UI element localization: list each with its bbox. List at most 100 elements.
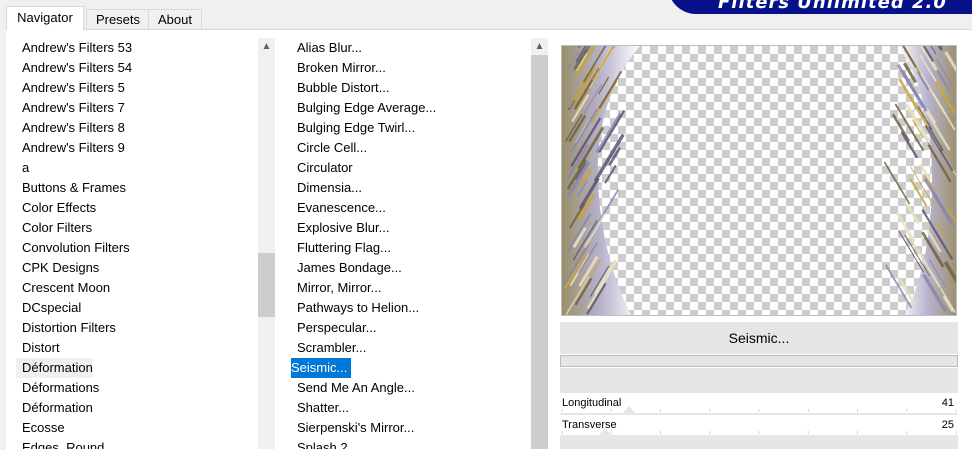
- filter-item-label[interactable]: Explosive Blur...: [291, 218, 390, 238]
- category-item-label[interactable]: CPK Designs: [16, 258, 99, 278]
- filter-item[interactable]: Send Me An Angle...: [291, 378, 527, 398]
- category-item[interactable]: Andrew's Filters 54: [16, 58, 254, 78]
- category-item[interactable]: Convolution Filters: [16, 238, 254, 258]
- category-item-label[interactable]: Distort: [16, 338, 60, 358]
- filter-item-label[interactable]: James Bondage...: [291, 258, 402, 278]
- category-item-label[interactable]: Convolution Filters: [16, 238, 130, 258]
- tab-about[interactable]: About: [148, 9, 202, 29]
- category-item-label[interactable]: Color Filters: [16, 218, 92, 238]
- category-item[interactable]: Crescent Moon: [16, 278, 254, 298]
- category-item-label[interactable]: Andrew's Filters 8: [16, 118, 125, 138]
- category-item[interactable]: Distort: [16, 338, 254, 358]
- category-item-label[interactable]: Andrew's Filters 53: [16, 38, 132, 58]
- category-scroll-thumb[interactable]: [258, 253, 275, 317]
- category-item-label[interactable]: Andrew's Filters 5: [16, 78, 125, 98]
- category-item-label[interactable]: Andrew's Filters 9: [16, 138, 125, 158]
- scroll-up-icon[interactable]: ▲: [258, 38, 275, 55]
- category-item-label[interactable]: DCspecial: [16, 298, 81, 318]
- category-item[interactable]: Déformation: [16, 358, 254, 378]
- filter-item-label[interactable]: Send Me An Angle...: [291, 378, 415, 398]
- category-item[interactable]: Déformations: [16, 378, 254, 398]
- filter-item-label[interactable]: Mirror, Mirror...: [291, 278, 382, 298]
- slider-thumb[interactable]: [623, 406, 635, 413]
- filter-item-label[interactable]: Shatter...: [291, 398, 349, 418]
- category-item[interactable]: Color Filters: [16, 218, 254, 238]
- filter-item-label[interactable]: Circle Cell...: [291, 138, 367, 158]
- category-scrollbar[interactable]: ▲: [258, 38, 275, 449]
- filter-item[interactable]: Shatter...: [291, 398, 527, 418]
- filter-item[interactable]: Circle Cell...: [291, 138, 527, 158]
- preview-texture: [562, 46, 956, 315]
- category-list[interactable]: Andrew's Filters 53 Andrew's Filters 54 An…: [16, 38, 254, 449]
- filter-item-label[interactable]: Evanescence...: [291, 198, 386, 218]
- category-item[interactable]: Andrew's Filters 7: [16, 98, 254, 118]
- category-item-label[interactable]: Buttons & Frames: [16, 178, 126, 198]
- filter-item[interactable]: Bulging Edge Average...: [291, 98, 527, 118]
- filter-item-label[interactable]: Fluttering Flag...: [291, 238, 391, 258]
- category-item[interactable]: Andrew's Filters 5: [16, 78, 254, 98]
- filter-item[interactable]: James Bondage...: [291, 258, 527, 278]
- filter-item[interactable]: Fluttering Flag...: [291, 238, 527, 258]
- category-item[interactable]: Color Effects: [16, 198, 254, 218]
- filter-item[interactable]: Perspecular...: [291, 318, 527, 338]
- param-transverse[interactable]: Transverse 25: [560, 415, 958, 435]
- category-item[interactable]: DCspecial: [16, 298, 254, 318]
- filter-item[interactable]: Circulator: [291, 158, 527, 178]
- category-item-label[interactable]: Andrew's Filters 54: [16, 58, 132, 78]
- filter-item-label[interactable]: Pathways to Helion...: [291, 298, 419, 318]
- filter-item[interactable]: Sierpenski's Mirror...: [291, 418, 527, 438]
- category-item[interactable]: Andrew's Filters 8: [16, 118, 254, 138]
- category-item[interactable]: CPK Designs: [16, 258, 254, 278]
- filter-item-label[interactable]: Circulator: [291, 158, 353, 178]
- filter-item[interactable]: Dimensia...: [291, 178, 527, 198]
- filter-item[interactable]: Bulging Edge Twirl...: [291, 118, 527, 138]
- filter-scrollbar[interactable]: ▲: [531, 38, 548, 449]
- filter-item[interactable]: Evanescence...: [291, 198, 527, 218]
- category-item[interactable]: Andrew's Filters 9: [16, 138, 254, 158]
- category-item-label[interactable]: Color Effects: [16, 198, 96, 218]
- filter-item-label[interactable]: Bubble Distort...: [291, 78, 390, 98]
- filter-item[interactable]: Scrambler...: [291, 338, 527, 358]
- filter-item-label[interactable]: Splash 2...: [291, 438, 358, 449]
- category-item-label[interactable]: Edges, Round: [16, 438, 104, 449]
- filter-item[interactable]: Alias Blur...: [291, 38, 527, 58]
- filter-item-label[interactable]: Alias Blur...: [291, 38, 362, 58]
- category-item[interactable]: Distortion Filters: [16, 318, 254, 338]
- category-item[interactable]: Andrew's Filters 53: [16, 38, 254, 58]
- filter-item-label[interactable]: Broken Mirror...: [291, 58, 386, 78]
- category-item-label[interactable]: Crescent Moon: [16, 278, 110, 298]
- slider-thumb[interactable]: [599, 428, 611, 435]
- filter-item-label[interactable]: Bulging Edge Twirl...: [291, 118, 415, 138]
- category-item-label[interactable]: Distortion Filters: [16, 318, 116, 338]
- filter-title: Seismic...: [728, 330, 790, 346]
- category-item-label[interactable]: a: [16, 158, 29, 178]
- tab-navigator[interactable]: Navigator: [6, 6, 84, 30]
- category-item[interactable]: a: [16, 158, 254, 178]
- filter-item-label[interactable]: Dimensia...: [291, 178, 362, 198]
- filter-list[interactable]: Alias Blur... Broken Mirror... Bubble Dist…: [291, 38, 527, 449]
- filter-item[interactable]: Explosive Blur...: [291, 218, 527, 238]
- category-item[interactable]: Edges, Round: [16, 438, 254, 449]
- filter-item-label[interactable]: Seismic...: [291, 358, 352, 378]
- filter-item-label[interactable]: Perspecular...: [291, 318, 377, 338]
- filter-item[interactable]: Bubble Distort...: [291, 78, 527, 98]
- category-item-label[interactable]: Ecosse: [16, 418, 65, 438]
- category-item-label[interactable]: Déformation: [16, 358, 93, 378]
- filter-item-label[interactable]: Sierpenski's Mirror...: [291, 418, 414, 438]
- category-item-label[interactable]: Andrew's Filters 7: [16, 98, 125, 118]
- category-item[interactable]: Déformation: [16, 398, 254, 418]
- tab-presets[interactable]: Presets: [86, 9, 150, 29]
- filter-item[interactable]: Pathways to Helion...: [291, 298, 527, 318]
- filter-item-label[interactable]: Scrambler...: [291, 338, 366, 358]
- filter-item[interactable]: Splash 2...: [291, 438, 527, 449]
- scroll-up-icon[interactable]: ▲: [531, 38, 548, 55]
- filter-item[interactable]: Seismic...: [291, 358, 527, 378]
- filter-item-label[interactable]: Bulging Edge Average...: [291, 98, 436, 118]
- category-item-label[interactable]: Déformations: [16, 378, 99, 398]
- category-item[interactable]: Buttons & Frames: [16, 178, 254, 198]
- category-item[interactable]: Ecosse: [16, 418, 254, 438]
- category-item-label[interactable]: Déformation: [16, 398, 93, 418]
- filter-item[interactable]: Mirror, Mirror...: [291, 278, 527, 298]
- param-longitudinal[interactable]: Longitudinal 41: [560, 393, 958, 413]
- filter-item[interactable]: Broken Mirror...: [291, 58, 527, 78]
